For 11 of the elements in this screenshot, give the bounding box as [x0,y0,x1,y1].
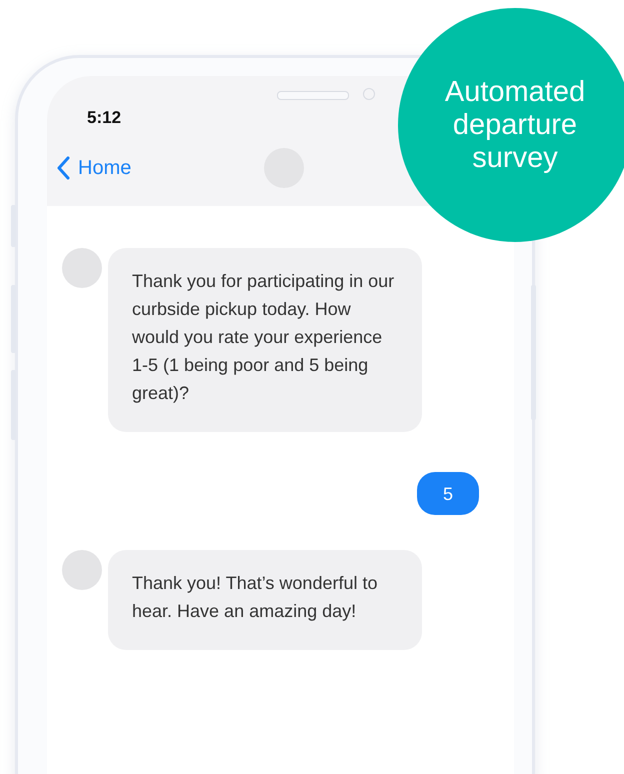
camera-icon [363,88,375,100]
message-bubble: Thank you! That’s wonderful to hear. Have an amazing day! [108,550,422,650]
status-time: 5:12 [87,108,122,128]
message-bubble: 5 [417,472,479,515]
badge-text: Automated departure survey [444,76,586,174]
avatar [62,550,102,590]
message-bubble: Thank you for participating in our curbside pickup today. How would you rate your experience 1-5 (1 being poor and 5 being great)? [108,248,422,432]
chevron-left-icon [56,156,70,180]
back-link[interactable]: Home [56,156,132,180]
avatar [62,248,102,288]
speaker-icon [277,91,349,100]
